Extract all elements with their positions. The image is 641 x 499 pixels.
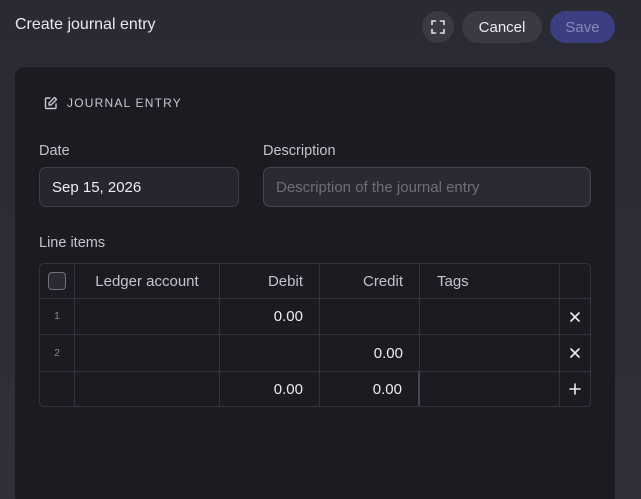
date-label: Date (39, 143, 70, 159)
header-bar: Create journal entry Cancel Save (0, 0, 641, 54)
credit-total: 0.00 (320, 372, 420, 406)
line-items-table: Ledger account Debit Credit Tags 1 0.00 … (39, 263, 591, 407)
debit-cell[interactable] (220, 335, 320, 371)
close-icon (570, 311, 580, 322)
plus-icon (569, 383, 581, 395)
column-ledger-account: Ledger account (75, 264, 220, 298)
page-title: Create journal entry (15, 16, 156, 33)
debit-total: 0.00 (220, 372, 320, 406)
column-credit: Credit (320, 264, 420, 298)
cancel-button[interactable]: Cancel (462, 11, 542, 43)
line-items-label: Line items (39, 235, 106, 251)
tags-cell[interactable] (420, 299, 560, 334)
date-field[interactable]: Sep 15, 2026 (39, 167, 239, 207)
edit-icon (44, 96, 58, 110)
ledger-account-cell[interactable] (75, 299, 220, 334)
remove-row-button[interactable] (560, 299, 590, 334)
tags-cell[interactable] (420, 335, 560, 371)
remove-row-button[interactable] (560, 335, 590, 371)
close-icon (570, 348, 580, 358)
table-row: 2 0.00 (40, 335, 590, 372)
expand-icon (431, 20, 445, 34)
journal-entry-dialog: Create journal entry Cancel Save JOURNAL… (0, 0, 641, 499)
expand-button[interactable] (422, 11, 454, 43)
totals-spacer (75, 372, 220, 406)
column-actions (560, 264, 590, 298)
credit-cell[interactable] (320, 299, 420, 334)
column-tags: Tags (420, 264, 560, 298)
row-number: 1 (40, 299, 75, 334)
add-row-button[interactable] (560, 372, 590, 406)
totals-spacer (420, 372, 560, 406)
table-row: 1 0.00 (40, 299, 590, 335)
description-field[interactable]: Description of the journal entry (263, 167, 591, 207)
select-all-cell (40, 264, 75, 298)
description-label: Description (263, 143, 336, 159)
save-button[interactable]: Save (550, 11, 615, 43)
ledger-account-cell[interactable] (75, 335, 220, 371)
column-debit: Debit (220, 264, 320, 298)
debit-cell[interactable]: 0.00 (220, 299, 320, 334)
totals-spacer (40, 372, 75, 406)
table-header-row: Ledger account Debit Credit Tags (40, 264, 590, 299)
section-header: JOURNAL ENTRY (44, 95, 182, 111)
section-title: JOURNAL ENTRY (67, 96, 182, 110)
row-number: 2 (40, 335, 75, 371)
credit-cell[interactable]: 0.00 (320, 335, 420, 371)
select-all-checkbox[interactable] (48, 272, 66, 290)
totals-row: 0.00 0.00 (40, 372, 590, 406)
